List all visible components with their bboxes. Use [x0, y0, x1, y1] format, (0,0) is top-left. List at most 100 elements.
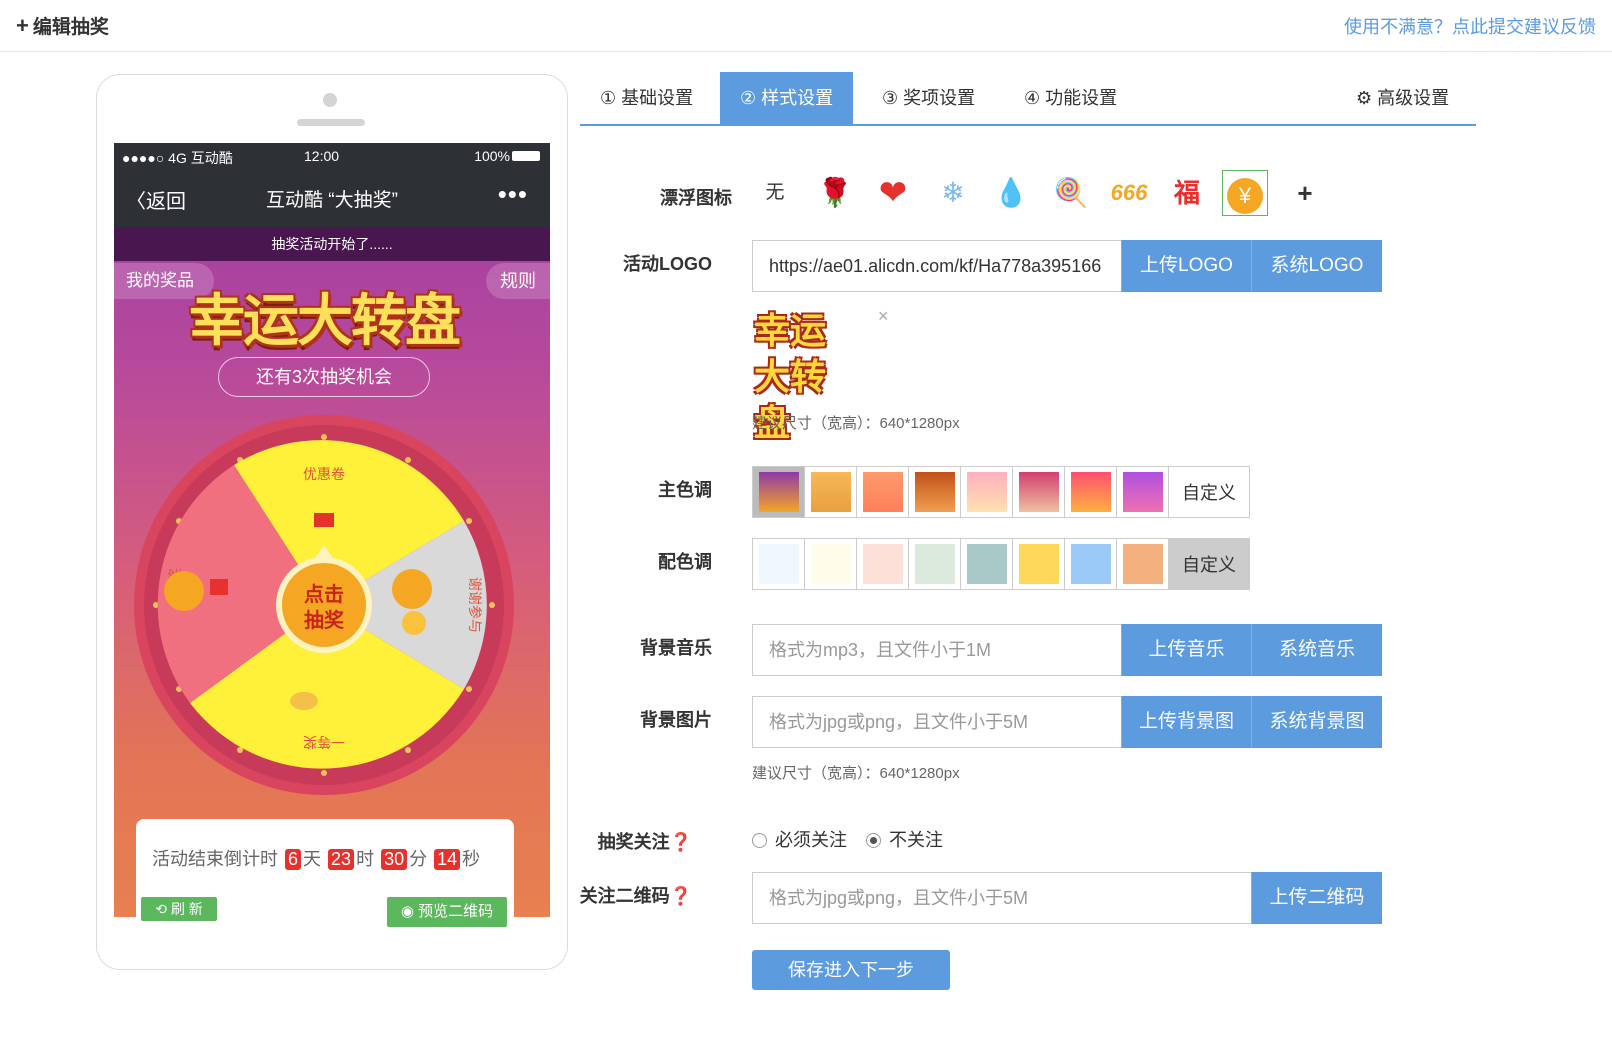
main-color-swatch[interactable]	[1117, 467, 1169, 517]
center-text-1: 点击	[304, 582, 344, 606]
segment-label-coupon: 优惠卷	[303, 466, 345, 482]
page-title: + 编辑抽奖	[16, 12, 109, 39]
close-icon[interactable]: ×	[878, 306, 889, 327]
add-icon[interactable]: +	[1282, 170, 1328, 216]
logo-url-input[interactable]	[753, 241, 1121, 291]
qrcode-input[interactable]	[753, 873, 1251, 923]
coin-icon-option[interactable]: ¥	[1222, 170, 1268, 216]
tab-advanced[interactable]: ⚙ 高级设置	[1336, 72, 1469, 124]
main-color-label: 主色调	[658, 480, 712, 500]
system-music-button[interactable]: 系统音乐	[1251, 624, 1382, 676]
main-color-swatch[interactable]	[857, 467, 909, 517]
floating-icon-label: 漂浮图标	[660, 188, 732, 208]
rules-button[interactable]: 规则	[486, 263, 550, 299]
icon-option-none[interactable]: 无	[752, 170, 798, 216]
upload-bg-image-button[interactable]: 上传背景图	[1121, 696, 1251, 748]
qrcode-input-group: 上传二维码	[752, 872, 1382, 924]
minute-unit: 分	[409, 849, 428, 869]
logo-input-group: 上传LOGO 系统LOGO	[752, 240, 1382, 292]
more-icon[interactable]: •••	[498, 179, 528, 210]
follow-required-radio[interactable]: 必须关注	[752, 826, 847, 852]
accent-color-swatch[interactable]	[753, 539, 805, 589]
main-color-swatch[interactable]	[805, 467, 857, 517]
accent-color-swatch[interactable]	[909, 539, 961, 589]
logo-size-hint: 建议尺寸（宽高）：640*1280px	[752, 415, 960, 432]
swatch-fill	[862, 544, 903, 584]
tab-prizes[interactable]: ③ 奖项设置	[862, 72, 995, 124]
upload-music-button[interactable]: 上传音乐	[1121, 624, 1251, 676]
tab-functions[interactable]: ④ 功能设置	[1004, 72, 1137, 124]
swatch-fill	[914, 472, 955, 512]
snowflake-icon[interactable]: ❄	[930, 170, 976, 216]
battery-text: 100%	[474, 148, 510, 164]
upload-logo-button[interactable]: 上传LOGO	[1121, 240, 1251, 292]
bg-music-input[interactable]	[753, 625, 1121, 675]
accent-color-swatch[interactable]	[857, 539, 909, 589]
accent-color-custom-button[interactable]: 自定义	[1169, 539, 1249, 589]
lollipop-icon[interactable]: 🍭	[1048, 170, 1094, 216]
notice-banner: 抽奖活动开始了......	[114, 227, 550, 261]
phone-preview: ●●●●○ 4G 互动酷 12:00 100% 〈返回 互动酷 “大抽奖” ••…	[96, 74, 568, 970]
radio-circle-checked	[866, 833, 881, 848]
qrcode-label: 关注二维码❓	[552, 882, 692, 908]
main-color-swatch[interactable]	[961, 467, 1013, 517]
chances-remaining: 还有3次抽奖机会	[218, 357, 430, 397]
rose-icon[interactable]: 🌹	[812, 170, 858, 216]
upload-qrcode-button[interactable]: 上传二维码	[1251, 872, 1382, 924]
eye-icon: ◉	[400, 903, 419, 920]
feedback-link[interactable]: 使用不满意？点此提交建议反馈	[1344, 13, 1596, 39]
refresh-icon: ⟲	[155, 901, 171, 917]
fu-icon[interactable]: 福	[1164, 170, 1210, 216]
lucky-wheel[interactable]: 优惠卷 谢谢参与 一等奖 奖 点击 抽奖	[134, 411, 514, 801]
swatch-fill	[1018, 544, 1059, 584]
phone-nav-title: 互动酷 “大抽奖”	[266, 190, 398, 211]
main-color-swatch[interactable]	[909, 467, 961, 517]
swatch-fill	[758, 544, 799, 584]
radio-circle	[752, 833, 767, 848]
top-bar: + 编辑抽奖 使用不满意？点此提交建议反馈	[0, 0, 1612, 52]
water-drop-icon[interactable]: 💧	[988, 170, 1034, 216]
accent-color-label: 配色调	[658, 552, 712, 572]
heart-icon[interactable]: ❤	[870, 170, 916, 216]
hour-unit: 时	[356, 849, 375, 869]
accent-color-swatch[interactable]	[1117, 539, 1169, 589]
battery-icon	[512, 151, 540, 161]
segment-label-first: 一等奖	[303, 734, 345, 750]
gear-icon: ⚙	[1356, 88, 1378, 108]
follow-none-radio[interactable]: 不关注	[866, 826, 943, 852]
redpacket-icon	[210, 579, 228, 595]
tab-basic[interactable]: ① 基础设置	[580, 72, 713, 124]
gold-ingot-icon	[290, 692, 318, 710]
swatch-fill	[1122, 472, 1163, 512]
accent-color-swatch[interactable]	[1013, 539, 1065, 589]
accent-color-swatch[interactable]	[805, 539, 857, 589]
bg-image-input[interactable]	[753, 697, 1121, 747]
preview-qr-button[interactable]: ◉ 预览二维码	[387, 897, 507, 927]
system-logo-button[interactable]: 系统LOGO	[1251, 240, 1382, 292]
main-color-swatch[interactable]	[753, 467, 805, 517]
swatch-fill	[758, 472, 799, 512]
bg-image-size-hint: 建议尺寸（宽高）：640*1280px	[752, 765, 960, 782]
swatch-fill	[1018, 472, 1059, 512]
main-color-swatch[interactable]	[1065, 467, 1117, 517]
plus-icon: +	[16, 13, 29, 38]
main-color-custom-button[interactable]: 自定义	[1169, 467, 1249, 517]
qrcode-label-text: 关注二维码	[579, 886, 670, 906]
countdown-days: 6	[285, 849, 302, 870]
bg-music-input-group: 上传音乐 系统音乐	[752, 624, 1382, 676]
question-icon: ❓	[669, 886, 692, 906]
swatch-fill	[1070, 544, 1111, 584]
refresh-button[interactable]: ⟲ 刷 新	[141, 897, 217, 921]
swatch-fill	[810, 472, 851, 512]
accent-color-swatch[interactable]	[961, 539, 1013, 589]
coin-icon: ¥	[1227, 178, 1263, 214]
666-icon[interactable]: 666	[1106, 170, 1152, 216]
tab-style[interactable]: ② 样式设置	[720, 72, 854, 124]
system-bg-image-button[interactable]: 系统背景图	[1251, 696, 1382, 748]
countdown-seconds: 14	[434, 849, 461, 870]
accent-color-swatch[interactable]	[1065, 539, 1117, 589]
main-color-swatch[interactable]	[1013, 467, 1065, 517]
phone-screen: ●●●●○ 4G 互动酷 12:00 100% 〈返回 互动酷 “大抽奖” ••…	[114, 143, 550, 917]
save-next-button[interactable]: 保存进入下一步	[752, 950, 950, 990]
logo-label: 活动LOGO	[623, 254, 712, 274]
